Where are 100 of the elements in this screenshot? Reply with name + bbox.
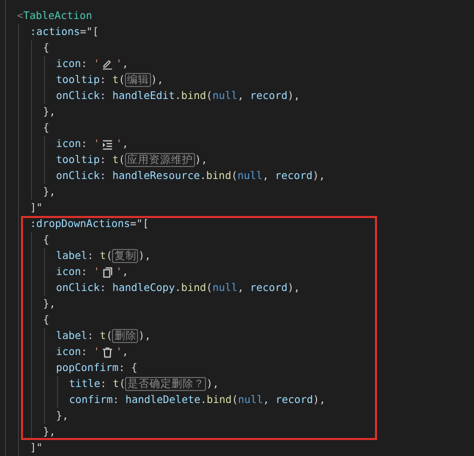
code-token: label — [56, 249, 88, 264]
code-token: ), — [313, 393, 326, 408]
code-token: ( — [118, 73, 125, 88]
code-token: { — [43, 41, 50, 56]
code-token: { — [43, 233, 50, 248]
code-token: ( — [106, 249, 112, 264]
code-token: null — [212, 89, 238, 104]
translation-hint: 复制 — [112, 249, 138, 263]
code-token: ="[ — [80, 25, 99, 40]
code-token: confirm — [69, 393, 113, 408]
code-token: ), — [288, 89, 300, 104]
code-token: icon — [56, 265, 82, 280]
code-token: t — [100, 249, 106, 264]
code-token: . — [200, 169, 206, 184]
code-token: : — [81, 137, 88, 152]
code-token: handleCopy — [112, 281, 175, 296]
code-token: , — [122, 265, 128, 280]
code-token: , — [122, 345, 128, 360]
code-token: ' — [94, 265, 100, 280]
code-token: ' — [116, 265, 122, 280]
code-token: : — [100, 169, 108, 184]
translation-hint: 删除 — [112, 329, 138, 343]
code-token: label — [56, 329, 88, 344]
code-token: t — [112, 153, 119, 168]
code-token: : — [100, 377, 108, 392]
code-token: ]" — [30, 201, 43, 216]
list-icon — [102, 138, 113, 150]
code-token: t — [112, 377, 120, 392]
code-token: : — [100, 153, 108, 168]
code-token: : — [81, 57, 88, 72]
pencil-icon — [102, 58, 113, 70]
code-token: }, — [43, 425, 56, 440]
code-token: }, — [56, 409, 69, 424]
code-token: icon — [56, 57, 82, 72]
code-token: , — [122, 137, 128, 152]
code-token: t — [112, 73, 119, 88]
code-token: ), — [206, 377, 219, 392]
code-token: ), — [138, 249, 151, 264]
code-token: bind — [206, 393, 232, 408]
translation-hint: 是否确定删除？ — [125, 377, 206, 391]
code-token: }, — [43, 105, 56, 120]
code-token: bind — [181, 89, 206, 104]
code-token: . — [174, 89, 182, 104]
code-token: tooltip — [56, 73, 100, 88]
code-token: ' — [116, 345, 122, 360]
translation-hint: 编辑 — [124, 73, 151, 87]
code-token: < — [17, 9, 24, 24]
copy-icon — [102, 266, 113, 278]
code-token: t — [100, 329, 106, 344]
code-token: , — [237, 89, 245, 104]
code-token: ( — [118, 153, 125, 168]
code-token: , — [262, 393, 270, 408]
code-token: ), — [138, 329, 151, 344]
code-token: : — [81, 345, 88, 360]
code-token: null — [212, 281, 238, 296]
code-token: tooltip — [56, 153, 100, 168]
code-token: ]" — [30, 441, 43, 456]
code-token: ( — [231, 169, 238, 184]
code-token: ' — [116, 137, 122, 152]
code-token: : { — [118, 361, 138, 376]
code-token: record — [250, 89, 288, 104]
code-token: icon — [56, 345, 82, 360]
code-token: record — [250, 281, 288, 296]
code-token: onClick — [56, 89, 100, 104]
code-token: ), — [150, 73, 164, 88]
code-token: :dropDownActions — [30, 217, 130, 232]
code-token: TableAction — [23, 9, 92, 24]
code-token: ( — [232, 393, 238, 408]
code-token: record — [275, 169, 313, 184]
code-token: handleEdit — [112, 89, 175, 104]
code-token: bind — [206, 169, 232, 184]
code-token: ' — [116, 57, 122, 72]
code-token: ), — [288, 281, 300, 296]
code-token: record — [276, 393, 314, 408]
code-token: : — [87, 329, 95, 344]
code-token: icon — [56, 137, 82, 152]
code-token: , — [262, 169, 270, 184]
trash-icon — [102, 346, 113, 358]
code-token: ( — [119, 377, 126, 392]
code-token: :actions — [30, 25, 80, 40]
code-token: : — [87, 249, 95, 264]
code-token: ( — [206, 89, 212, 104]
code-token: popConfirm — [56, 361, 119, 376]
code-token: : — [100, 281, 108, 296]
code-token: . — [200, 393, 207, 408]
code-token: null — [237, 169, 262, 184]
code-token: ( — [206, 281, 212, 296]
code-token: ), — [312, 169, 326, 184]
code-token: }, — [43, 297, 56, 312]
code-token: { — [43, 121, 50, 136]
code-token: title — [69, 377, 100, 392]
code-token: , — [122, 57, 128, 72]
code-token: onClick — [56, 281, 100, 296]
code-token: : — [81, 265, 88, 280]
code-token: : — [100, 89, 108, 104]
code-token: ="[ — [130, 217, 149, 232]
code-token: ' — [94, 137, 100, 152]
code-token: : — [100, 73, 108, 88]
code-token: null — [238, 393, 263, 408]
code-token: : — [112, 393, 120, 408]
